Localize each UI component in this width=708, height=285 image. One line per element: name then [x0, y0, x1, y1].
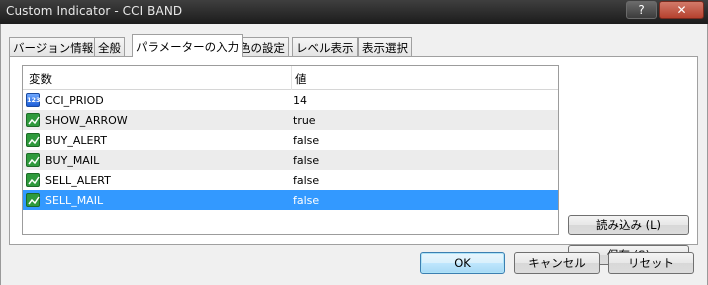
- parameters-panel: 変数 値 123 CCI_PRIOD 14 SHOW_ARROW true BU…: [9, 56, 698, 265]
- number-icon: 123: [26, 93, 41, 107]
- tab-version-info[interactable]: バージョン情報: [9, 37, 98, 56]
- ok-button[interactable]: OK: [420, 252, 505, 274]
- table-row[interactable]: BUY_ALERT false: [23, 130, 558, 150]
- parameter-value[interactable]: false: [293, 134, 319, 147]
- parameter-value[interactable]: false: [293, 174, 319, 187]
- boolean-icon: [26, 193, 40, 207]
- parameter-value[interactable]: 14: [293, 94, 307, 107]
- close-icon: ✕: [676, 3, 687, 17]
- help-button[interactable]: ?: [626, 1, 657, 19]
- parameter-name: BUY_MAIL: [45, 154, 100, 167]
- table-header: 変数 値: [23, 66, 558, 90]
- parameters-table[interactable]: 変数 値 123 CCI_PRIOD 14 SHOW_ARROW true BU…: [22, 65, 559, 235]
- boolean-icon: [26, 173, 40, 187]
- parameter-name: SHOW_ARROW: [45, 114, 128, 127]
- table-row[interactable]: SELL_ALERT false: [23, 170, 558, 190]
- reset-button[interactable]: リセット: [608, 252, 694, 274]
- table-row[interactable]: SHOW_ARROW true: [23, 110, 558, 130]
- parameter-value[interactable]: true: [293, 114, 316, 127]
- load-button[interactable]: 読み込み (L): [568, 215, 689, 235]
- table-row-selected[interactable]: SELL_MAIL false: [23, 190, 558, 210]
- table-row[interactable]: BUY_MAIL false: [23, 150, 558, 170]
- tab-levels[interactable]: レベル表示: [292, 37, 358, 56]
- tab-parameters[interactable]: パラメーターの入力: [132, 34, 244, 57]
- tab-visualization[interactable]: 表示選択: [358, 37, 412, 56]
- parameter-name: SELL_ALERT: [45, 174, 111, 187]
- dialog-body: バージョン情報 全般 パラメーターの入力 色の設定 レベル表示 表示選択 変数 …: [0, 24, 708, 285]
- cancel-button[interactable]: キャンセル: [514, 252, 600, 274]
- window-title: Custom Indicator - CCI BAND: [6, 4, 183, 18]
- title-bar: Custom Indicator - CCI BAND ? ✕: [0, 0, 708, 24]
- boolean-icon: [26, 153, 40, 167]
- table-row[interactable]: 123 CCI_PRIOD 14: [23, 90, 558, 110]
- tab-general[interactable]: 全般: [94, 37, 125, 56]
- boolean-icon: [26, 133, 40, 147]
- close-button[interactable]: ✕: [659, 1, 704, 19]
- column-header-variable[interactable]: 変数: [29, 71, 52, 87]
- parameter-name: CCI_PRIOD: [45, 94, 104, 107]
- parameter-name: SELL_MAIL: [45, 194, 104, 207]
- boolean-icon: [26, 113, 40, 127]
- parameter-value[interactable]: false: [293, 194, 319, 207]
- help-icon: ?: [638, 3, 645, 17]
- column-header-value[interactable]: 値: [295, 71, 307, 87]
- parameter-value[interactable]: false: [293, 154, 319, 167]
- parameter-name: BUY_ALERT: [45, 134, 107, 147]
